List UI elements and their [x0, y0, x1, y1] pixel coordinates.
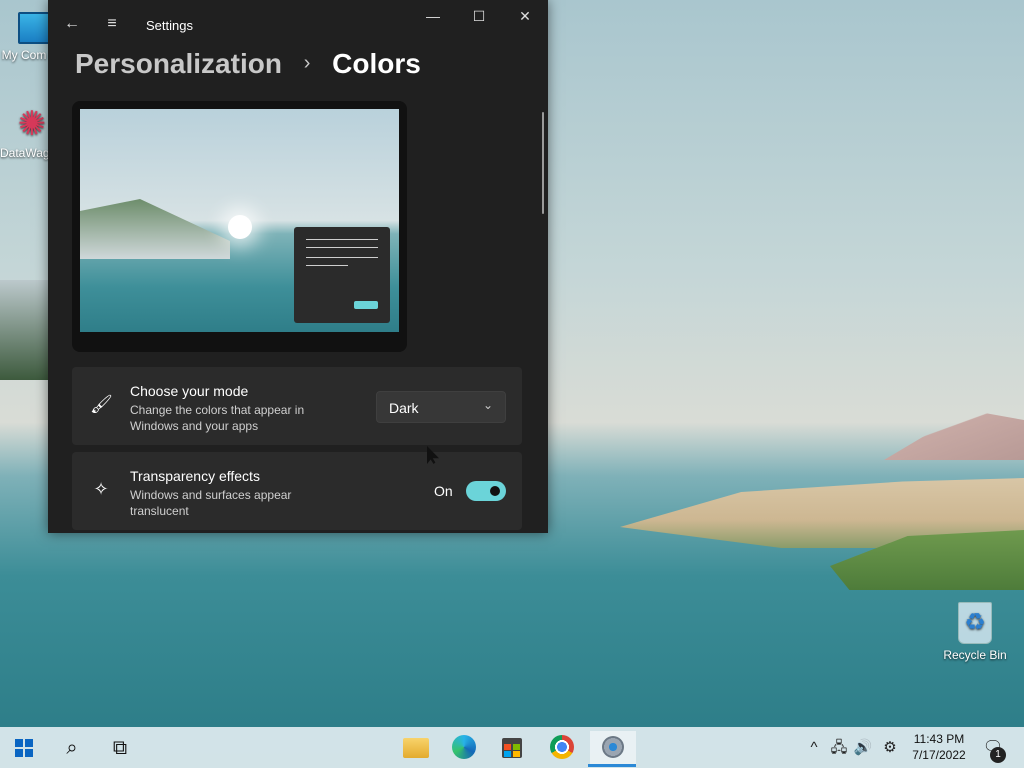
notification-badge: 1: [990, 747, 1006, 763]
preview-line: [306, 239, 378, 240]
datawagon-icon: ✺: [17, 105, 47, 143]
desktop-icon-recycle-bin[interactable]: ♻ Recycle Bin: [942, 602, 1008, 662]
task-view-icon[interactable]: ⧉: [100, 731, 140, 765]
chrome-icon[interactable]: [542, 731, 582, 765]
chevron-down-icon: ⌄: [482, 398, 493, 412]
settings-icon[interactable]: [590, 731, 636, 765]
breadcrumb: Personalization › Colors: [75, 48, 421, 84]
desktop-icon-datawagon[interactable]: ✺ DataWag: [0, 105, 50, 160]
preview-accent-button: [354, 301, 378, 309]
title-bar[interactable]: ← ≡ Settings — ☐ ✕: [48, 0, 548, 48]
edge-icon[interactable]: [444, 731, 484, 765]
mode-dropdown[interactable]: Dark ⌄: [376, 391, 506, 423]
wallpaper-hill: [0, 280, 50, 380]
start-icon[interactable]: [4, 731, 44, 765]
desktop-icon-label: Recycle Bin: [943, 648, 1007, 662]
preview-wallpaper: [80, 109, 399, 332]
transparency-toggle[interactable]: [466, 481, 506, 501]
scrollbar[interactable]: [542, 112, 544, 214]
theme-preview: [72, 101, 407, 352]
sparkle-icon: ✧: [93, 479, 109, 499]
wallpaper-mountain: [884, 410, 1024, 460]
file-explorer-icon[interactable]: [396, 731, 436, 765]
active-app-indicator: [588, 764, 636, 767]
toggle-knob: [490, 486, 500, 496]
transparency-state-label: On: [434, 483, 453, 499]
preview-dialog: [294, 227, 390, 323]
window-title: Settings: [146, 18, 193, 33]
network-icon[interactable]: 🖧: [828, 731, 850, 765]
preview-sun: [228, 215, 252, 239]
breadcrumb-parent[interactable]: Personalization: [75, 48, 282, 79]
taskbar: ⌕ ⧉ ^ 🖧 🔊 ⚙ 11:43 PM 7/17/2022 🗨 1: [0, 727, 1024, 768]
maximize-button[interactable]: ☐: [456, 0, 502, 32]
choose-mode-title: Choose your mode: [130, 383, 249, 399]
page-title: Colors: [332, 48, 421, 79]
breadcrumb-separator-icon: ›: [303, 52, 311, 74]
settings-window: ← ≡ Settings — ☐ ✕ Personalization › Col…: [48, 0, 548, 533]
preview-line: [306, 247, 378, 248]
clock-date: 7/17/2022: [912, 748, 966, 762]
choose-mode-description: Change the colors that appear in Windows…: [130, 403, 305, 433]
preview-line: [306, 257, 378, 258]
transparency-description: Windows and surfaces appear translucent: [130, 488, 292, 518]
gear-icon[interactable]: ⚙: [878, 731, 902, 765]
preview-line: [306, 265, 348, 266]
clock[interactable]: 11:43 PM 7/17/2022: [906, 731, 972, 763]
transparency-card: ✧ Transparency effects Windows and surfa…: [72, 452, 522, 530]
volume-icon[interactable]: 🔊: [852, 731, 874, 765]
search-icon[interactable]: ⌕: [52, 731, 92, 765]
clock-time: 11:43 PM: [913, 732, 965, 746]
desktop-icon-my-computer[interactable]: My Com: [0, 12, 58, 62]
recycle-bin-icon: ♻: [958, 602, 992, 644]
show-hidden-icons-icon[interactable]: ^: [804, 731, 824, 765]
transparency-title: Transparency effects: [130, 468, 260, 484]
minimize-button[interactable]: —: [410, 0, 456, 32]
close-button[interactable]: ✕: [502, 0, 548, 32]
desktop-icon-label: My Com: [1, 48, 47, 62]
desktop-icon-label: DataWag: [0, 146, 50, 160]
store-icon[interactable]: [492, 731, 532, 765]
hamburger-menu-icon[interactable]: ≡: [98, 10, 126, 38]
back-arrow-icon[interactable]: ←: [58, 10, 86, 38]
paintbrush-icon: 🖌: [90, 394, 113, 414]
preview-hill: [80, 199, 230, 259]
choose-mode-card: 🖌 Choose your mode Change the colors tha…: [72, 367, 522, 445]
mode-dropdown-value: Dark: [389, 400, 419, 416]
